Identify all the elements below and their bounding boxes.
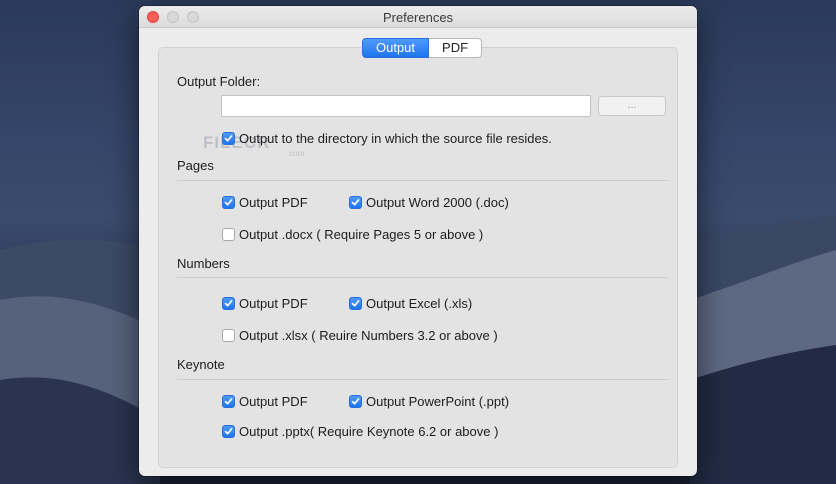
keynote-section-title: Keynote: [177, 357, 225, 372]
window-title: Preferences: [382, 10, 454, 25]
checkbox-checked-icon: [222, 395, 235, 408]
checkbox-checked-icon: [349, 196, 362, 209]
keynote-output-pptx-checkbox[interactable]: Output .pptx( Require Keynote 6.2 or abo…: [222, 424, 498, 439]
keynote-divider: [177, 379, 667, 380]
same-directory-checkbox[interactable]: Output to the directory in which the sou…: [222, 131, 552, 146]
preferences-window: Preferences Output PDF Output Folder: ..…: [139, 6, 697, 476]
pages-output-docx-label: Output .docx ( Require Pages 5 or above …: [239, 227, 484, 242]
tab-pdf[interactable]: PDF: [429, 38, 483, 58]
title-bar: Preferences: [139, 6, 697, 28]
output-folder-label: Output Folder:: [177, 74, 261, 89]
numbers-divider: [177, 277, 667, 278]
tab-bar: Output PDF: [362, 38, 483, 58]
numbers-output-xlsx-checkbox[interactable]: Output .xlsx ( Reuire Numbers 3.2 or abo…: [222, 328, 498, 343]
keynote-output-pptx-label: Output .pptx( Require Keynote 6.2 or abo…: [239, 424, 499, 439]
checkbox-checked-icon: [222, 297, 235, 310]
checkbox-checked-icon: [222, 196, 235, 209]
keynote-output-ppt-checkbox[interactable]: Output PowerPoint (.ppt): [349, 394, 509, 409]
pages-output-docx-checkbox[interactable]: Output .docx ( Require Pages 5 or above …: [222, 227, 483, 242]
keynote-output-ppt-label: Output PowerPoint (.ppt): [366, 394, 510, 409]
keynote-output-pdf-checkbox[interactable]: Output PDF: [222, 394, 308, 409]
checkbox-unchecked-icon: [222, 329, 235, 342]
numbers-section-title: Numbers: [177, 256, 230, 271]
numbers-output-pdf-label: Output PDF: [239, 296, 308, 311]
numbers-output-xlsx-label: Output .xlsx ( Reuire Numbers 3.2 or abo…: [239, 328, 498, 343]
pages-output-pdf-label: Output PDF: [239, 195, 308, 210]
browse-folder-button[interactable]: ...: [598, 96, 666, 116]
output-folder-field[interactable]: [221, 95, 591, 117]
numbers-output-pdf-checkbox[interactable]: Output PDF: [222, 296, 308, 311]
checkbox-checked-icon: [349, 297, 362, 310]
pages-section-title: Pages: [177, 158, 214, 173]
checkbox-checked-icon: [222, 425, 235, 438]
checkbox-unchecked-icon: [222, 228, 235, 241]
pages-output-pdf-checkbox[interactable]: Output PDF: [222, 195, 308, 210]
keynote-output-pdf-label: Output PDF: [239, 394, 308, 409]
tab-output[interactable]: Output: [362, 38, 430, 58]
pages-output-doc-label: Output Word 2000 (.doc): [366, 195, 509, 210]
pages-output-doc-checkbox[interactable]: Output Word 2000 (.doc): [349, 195, 509, 210]
pages-divider: [177, 180, 667, 181]
numbers-output-xls-label: Output Excel (.xls): [366, 296, 473, 311]
checkbox-checked-icon: [222, 132, 235, 145]
numbers-output-xls-checkbox[interactable]: Output Excel (.xls): [349, 296, 472, 311]
checkbox-checked-icon: [349, 395, 362, 408]
same-directory-label: Output to the directory in which the sou…: [239, 131, 552, 146]
